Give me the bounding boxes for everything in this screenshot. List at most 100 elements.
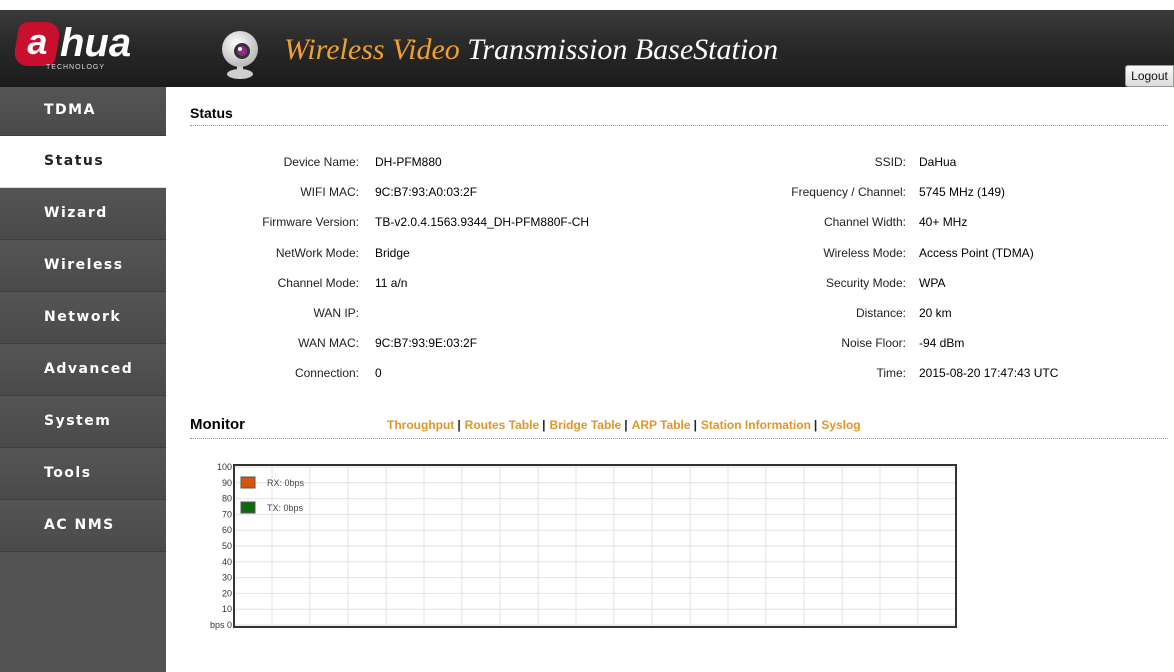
logo-a-text: a [27, 21, 48, 62]
status-row-wifi-mac: WIFI MAC: [166, 183, 359, 201]
field-value: 20 km [919, 306, 952, 320]
field-label: Channel Mode: [277, 276, 359, 290]
logo-a-mark: a [12, 21, 62, 66]
status-row-channel-mode: Channel Mode: [166, 274, 359, 292]
field-label: Security Mode: [825, 276, 906, 290]
tab-separator: | [813, 418, 818, 432]
status-row-frequency-channel: Frequency / Channel: [566, 183, 906, 201]
status-row-channel-width: Channel Width: [566, 213, 906, 231]
status-row-wan-ip: WAN IP: [166, 304, 359, 322]
sidebar: TDMA Status Wizard Wireless Network Adva… [0, 87, 166, 672]
sidebar-item-tdma[interactable]: TDMA [0, 87, 166, 136]
legend-swatch-tx [240, 501, 256, 514]
y-tick-label: 90 [222, 478, 232, 488]
status-section-title: Status [190, 105, 233, 121]
field-label: NetWork Mode: [275, 246, 359, 260]
field-label: Channel Width: [823, 215, 906, 229]
tab-separator: | [542, 418, 546, 432]
status-row-firmware-version: Firmware Version: [166, 213, 359, 231]
monitor-section-title: Monitor [190, 416, 245, 433]
field-label: Connection: [294, 366, 359, 380]
status-row-distance: Distance: [566, 304, 906, 322]
status-row-ssid: SSID: [566, 153, 906, 171]
sidebar-item-system[interactable]: System [0, 396, 166, 448]
header-bar: a hua TECHNOLOGY Wireless Video Transmis… [0, 10, 1174, 87]
field-value: WPA [919, 276, 946, 290]
tab-separator: | [624, 418, 628, 432]
y-tick-label: 60 [222, 525, 232, 535]
field-value: -94 dBm [919, 336, 965, 350]
tab-bridge-table[interactable]: Bridge Table [550, 418, 622, 432]
webcam-icon [222, 31, 258, 79]
tab-routes-table[interactable]: Routes Table [465, 418, 539, 432]
status-row-network-mode: NetWork Mode: [166, 244, 359, 262]
status-row-noise-floor: Noise Floor: [566, 334, 906, 352]
field-value: 2015-08-20 17:47:43 UTC [919, 366, 1059, 380]
field-value: 5745 MHz (149) [919, 185, 1006, 199]
status-row-connection: Connection: [166, 364, 359, 382]
status-row-wan-mac: WAN MAC: [166, 334, 359, 352]
y-tick-label: 40 [222, 557, 232, 567]
field-label: Wireless Mode: [823, 246, 906, 260]
y-tick-label: 100 [217, 462, 232, 472]
title-video: Video [384, 33, 460, 66]
page-title: Wireless Video Transmission BaseStation [284, 32, 778, 68]
field-value: TB-v2.0.4.1563.9344_DH-PFM880F-CH [375, 215, 590, 229]
dahua-logo: a hua TECHNOLOGY [12, 21, 156, 72]
sidebar-item-status[interactable]: Status [0, 136, 166, 188]
title-wireless: Wireless [284, 33, 385, 66]
y-tick-label: 20 [222, 588, 232, 598]
monitor-tabs: Throughput | Routes Table | Bridge Table | ARP… [387, 418, 861, 432]
y-tick-label: 10 [222, 604, 232, 614]
field-label: Firmware Version: [262, 215, 359, 229]
status-row-device-name: Device Name: [166, 153, 359, 171]
sidebar-item-tools[interactable]: Tools [0, 448, 166, 500]
logout-button[interactable]: Logout [1125, 65, 1174, 87]
status-row-security-mode: Security Mode: [566, 274, 906, 292]
y-tick-label: 50 [222, 541, 232, 551]
throughput-chart: 100 90 80 70 60 50 40 30 20 10 bps 0 RX: 0bps TX: 0b… [210, 462, 957, 630]
legend-swatch-rx [240, 476, 256, 489]
tab-arp-table[interactable]: ARP Table [632, 418, 691, 432]
sidebar-item-wireless[interactable]: Wireless [0, 240, 166, 292]
field-value: DaHua [919, 155, 957, 169]
sidebar-item-network[interactable]: Network [0, 292, 166, 344]
tab-throughput[interactable]: Throughput [387, 418, 454, 432]
main-content: Status Device Name: DH-PFM880 WIFI MAC: … [166, 87, 1174, 672]
field-value: DH-PFM880 [375, 155, 442, 169]
title-rest: Transmission BaseStation [459, 33, 779, 66]
logo-technology-text: TECHNOLOGY [46, 64, 106, 71]
legend-label-tx: TX: 0bps [267, 503, 304, 513]
field-value: Access Point (TDMA) [919, 246, 1034, 260]
field-value: 40+ MHz [919, 215, 968, 229]
sidebar-item-advanced[interactable]: Advanced [0, 344, 166, 396]
sidebar-item-ac-nms[interactable]: AC NMS [0, 500, 166, 552]
tab-separator: | [457, 418, 461, 432]
tab-separator: | [693, 418, 697, 432]
field-label: Distance: [855, 306, 906, 320]
field-value: 9C:B7:93:9E:03:2F [375, 336, 478, 350]
field-label: WIFI MAC: [300, 185, 359, 199]
status-row-wireless-mode: Wireless Mode: [566, 244, 906, 262]
field-label: Device Name: [283, 155, 359, 169]
top-strip [0, 0, 1174, 10]
field-label: Frequency / Channel: [791, 185, 906, 199]
tab-syslog[interactable]: Syslog [821, 418, 860, 432]
field-label: WAN MAC: [298, 336, 359, 350]
y-tick-label: bps 0 [210, 620, 232, 630]
field-value: 9C:B7:93:A0:03:2F [375, 185, 478, 199]
y-tick-label: 80 [222, 494, 232, 504]
field-label: SSID: [874, 155, 906, 169]
status-divider [190, 125, 1168, 126]
sidebar-item-wizard[interactable]: Wizard [0, 188, 166, 240]
field-label: WAN IP: [313, 306, 359, 320]
y-tick-label: 70 [222, 509, 232, 519]
status-row-time: Time: [566, 364, 906, 382]
field-value: Bridge [375, 246, 410, 260]
field-value: 11 a/n [375, 276, 408, 290]
tab-station-information[interactable]: Station Information [701, 418, 811, 432]
legend-label-rx: RX: 0bps [267, 478, 305, 488]
monitor-divider [190, 438, 1168, 439]
y-tick-label: 30 [222, 573, 232, 583]
logo-hua-text: hua [60, 21, 132, 65]
